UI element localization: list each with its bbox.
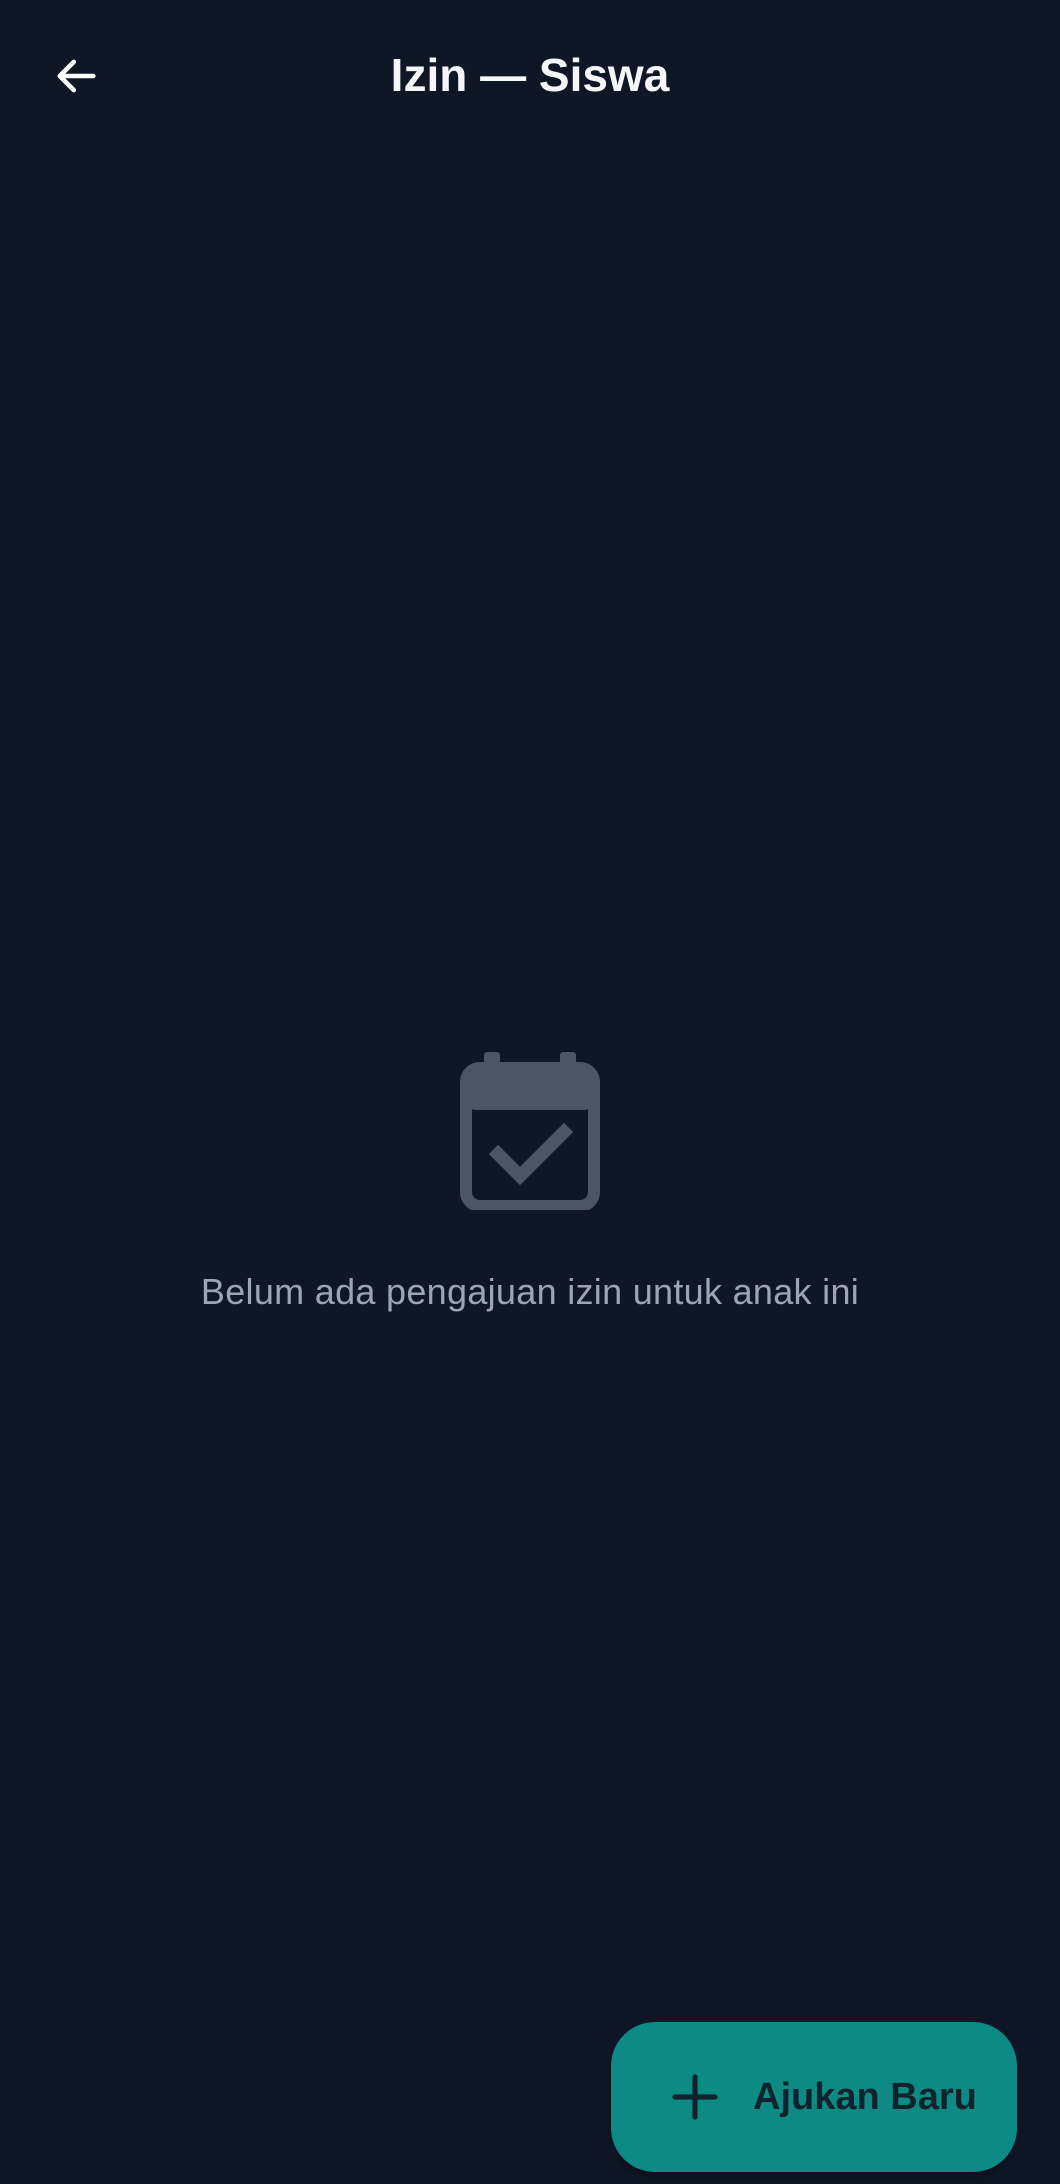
calendar-check-icon [460,1052,600,1210]
empty-state-message: Belum ada pengajuan izin untuk anak ini [200,1271,860,1312]
app-bar: Izin — Siswa [0,0,1060,150]
plus-icon [672,2074,718,2120]
page-title: Izin — Siswa [390,49,670,101]
screen: Izin — Siswa Belum ada pengajuan izin un… [0,0,1060,2184]
new-request-button[interactable]: Ajukan Baru [611,2022,1017,2172]
new-request-label: Ajukan Baru [753,2076,977,2118]
empty-state: Belum ada pengajuan izin untuk anak ini [0,1050,1060,1316]
